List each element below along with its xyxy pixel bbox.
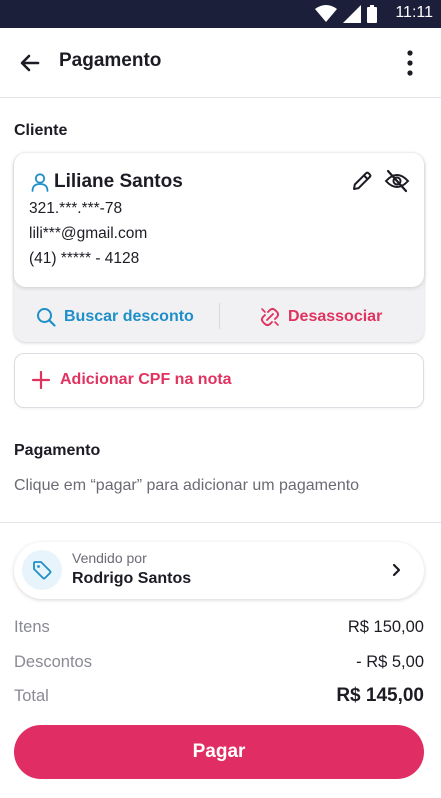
unlink-icon — [260, 307, 280, 327]
add-cpf-button[interactable]: Adicionar CPF na nota — [14, 353, 424, 408]
pencil-icon[interactable] — [350, 169, 374, 193]
user-icon — [31, 173, 49, 192]
actions-divider — [219, 303, 220, 329]
payment-section-title: Pagamento — [14, 442, 101, 459]
discounts-label: Descontos — [14, 653, 92, 671]
payment-hint: Clique em “pagar” para adicionar um paga… — [14, 477, 360, 494]
wifi-icon — [315, 5, 337, 22]
more-vertical-icon[interactable] — [398, 48, 422, 78]
page-title: Pagamento — [59, 50, 162, 71]
battery-icon — [367, 5, 377, 23]
total-label: Total — [14, 687, 49, 705]
app-bar: Pagamento — [0, 28, 441, 98]
status-time: 11:11 — [395, 4, 433, 21]
status-icons — [315, 5, 377, 23]
plus-icon — [31, 370, 51, 390]
search-icon — [37, 308, 56, 327]
items-label: Itens — [14, 618, 50, 636]
client-cpf: 321.***.***-78 — [29, 200, 123, 217]
seller-name: Rodrigo Santos — [72, 570, 192, 587]
client-phone: (41) ***** - 4128 — [29, 250, 140, 267]
disassociate-button[interactable]: Desassociar — [260, 303, 382, 331]
disassociate-label: Desassociar — [288, 308, 383, 325]
discounts-value: - R$ 5,00 — [356, 653, 424, 671]
arrow-left-icon[interactable] — [18, 51, 42, 75]
client-info: Liliane Santos 321.***.***-78 lili***@gm… — [14, 153, 424, 287]
pay-button[interactable]: Pagar — [14, 725, 424, 779]
client-name: Liliane Santos — [54, 171, 183, 192]
items-value: R$ 150,00 — [347, 618, 424, 636]
seller-caption: Vendido por — [72, 550, 147, 566]
signal-icon — [343, 5, 361, 23]
search-discount-button[interactable]: Buscar desconto — [36, 303, 194, 331]
client-email: lili***@gmail.com — [29, 225, 148, 242]
add-cpf-label: Adicionar CPF na nota — [60, 371, 232, 388]
chevron-right-icon — [392, 563, 401, 577]
client-section-title: Cliente — [14, 122, 68, 139]
seller-card[interactable]: Vendido por Rodrigo Santos — [14, 542, 424, 599]
status-bar: 11:11 — [0, 0, 441, 28]
eye-off-icon[interactable] — [384, 169, 410, 193]
divider — [0, 522, 441, 523]
total-value: R$ 145,00 — [336, 685, 424, 706]
client-card: Liliane Santos 321.***.***-78 lili***@gm… — [14, 153, 424, 342]
search-discount-label: Buscar desconto — [64, 308, 194, 325]
tag-icon — [33, 561, 52, 580]
